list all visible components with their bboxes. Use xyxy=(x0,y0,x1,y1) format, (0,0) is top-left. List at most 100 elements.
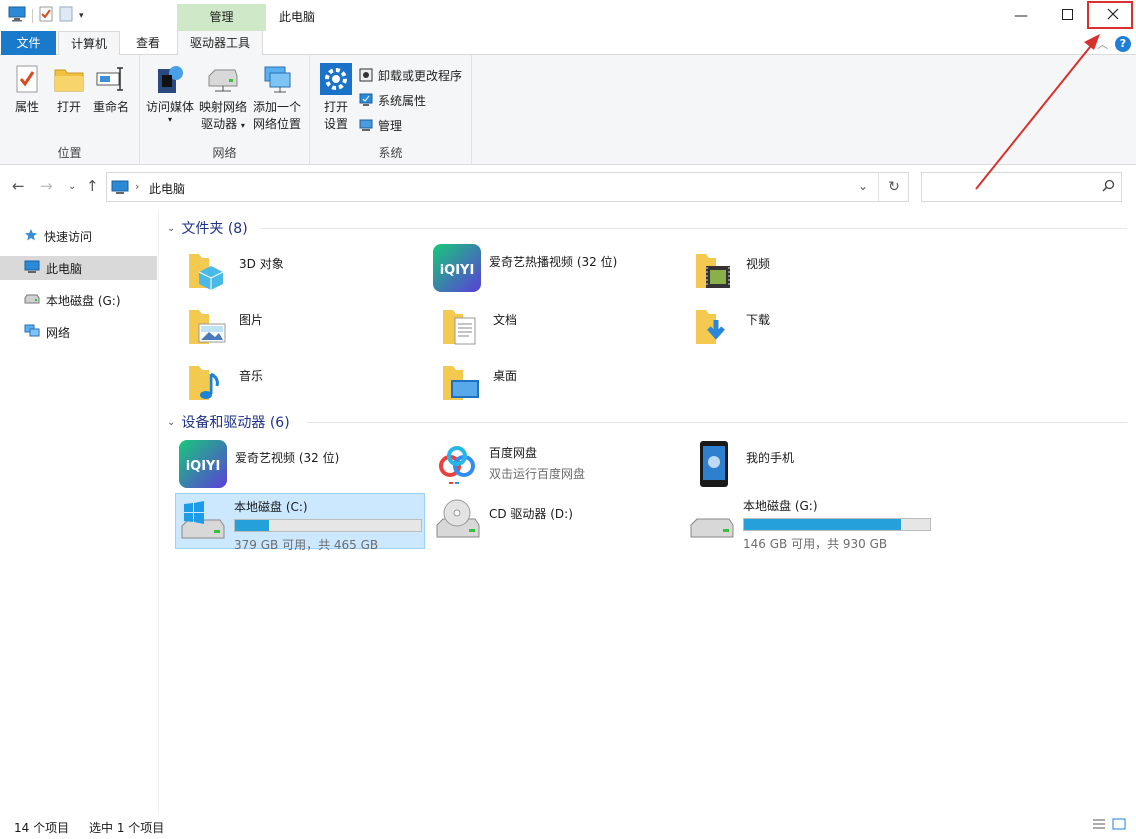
maximize-icon xyxy=(1061,8,1073,24)
item-name: 3D 对象 xyxy=(239,257,284,271)
device-baidu-netdisk[interactable]: 百度网盘 双击运行百度网盘 xyxy=(433,440,585,492)
network-icon xyxy=(24,324,40,341)
details-view-icon[interactable] xyxy=(1092,818,1106,833)
status-item-count: 14 个项目 xyxy=(14,821,70,835)
tab-view[interactable]: 查看 xyxy=(124,31,172,55)
collapse-ribbon-icon[interactable]: ︿ xyxy=(1097,36,1108,52)
downloads-folder-icon xyxy=(690,302,738,350)
rename-button[interactable]: 重命名 xyxy=(87,63,135,116)
large-icons-view-icon[interactable] xyxy=(1112,818,1126,833)
section-folders[interactable]: ⌄ 文件夹 (8) xyxy=(167,218,1127,238)
refresh-button[interactable]: ↻ xyxy=(878,173,909,201)
breadcrumb-this-pc[interactable]: 此电脑 xyxy=(149,180,185,197)
ribbon: 属性 打开 重命名 位置 访问媒体 ▾ 映射网络 驱动器 ▾ 添加一个 网络位置… xyxy=(0,55,1136,165)
manage-button[interactable]: 管理 xyxy=(358,115,402,135)
drive-usage-fill xyxy=(744,519,901,530)
manage-label: 管理 xyxy=(378,118,403,133)
drive-free-space: 146 GB 可用，共 930 GB xyxy=(743,537,888,551)
nav-item-label: 此电脑 xyxy=(46,261,83,276)
folder-downloads[interactable]: 下载 xyxy=(690,302,770,354)
help-icon[interactable]: ? xyxy=(1115,36,1131,52)
folder-music[interactable]: 音乐 xyxy=(183,358,263,410)
drive-cd-d[interactable]: CD 驱动器 (D:) xyxy=(433,493,673,549)
uninstall-icon xyxy=(358,67,374,83)
search-input[interactable] xyxy=(926,177,1096,197)
system-properties-label: 系统属性 xyxy=(378,93,427,108)
maximize-button[interactable] xyxy=(1044,0,1090,31)
open-settings-button[interactable]: 打开 设置 xyxy=(312,63,360,133)
item-name: 百度网盘 xyxy=(489,446,538,460)
nav-item-quick-access[interactable]: 快速访问 xyxy=(0,224,157,248)
back-arrow-icon[interactable]: ← xyxy=(12,177,25,195)
drive-icon xyxy=(24,293,40,308)
section-divider xyxy=(261,228,1127,229)
open-button[interactable]: 打开 xyxy=(45,63,93,116)
drive-icon xyxy=(687,497,735,545)
search-icon[interactable] xyxy=(1102,179,1115,195)
tab-computer[interactable]: 计算机 xyxy=(58,31,121,56)
desktop-folder-icon xyxy=(437,358,485,406)
up-arrow-icon[interactable]: ↑ xyxy=(86,177,99,195)
qat-dropdown-icon[interactable]: ▾ xyxy=(79,11,84,21)
access-media-label: 访问媒体 xyxy=(145,100,194,114)
section-devices[interactable]: ⌄ 设备和驱动器 (6) xyxy=(167,412,1127,432)
breadcrumb-chevron-icon[interactable]: › xyxy=(135,180,139,193)
search-box[interactable] xyxy=(921,172,1122,202)
tab-drive-tools[interactable]: 驱动器工具 xyxy=(177,31,264,55)
recent-locations-icon[interactable]: ⌄ xyxy=(68,181,76,192)
folder-pictures[interactable]: 图片 xyxy=(183,302,263,354)
add-location-label-2: 网络位置 xyxy=(252,117,301,131)
nav-item-local-disk-g[interactable]: 本地磁盘 (G:) xyxy=(0,288,157,312)
section-folders-title: 文件夹 (8) xyxy=(181,221,248,237)
drive-name: CD 驱动器 (D:) xyxy=(489,507,573,521)
iqiyi-icon: iQIYI xyxy=(433,244,481,292)
system-properties-button[interactable]: 系统属性 xyxy=(358,90,426,110)
device-my-phone[interactable]: 我的手机 xyxy=(690,440,794,492)
group-location: 属性 打开 重命名 位置 xyxy=(0,55,140,165)
item-name: 我的手机 xyxy=(746,451,795,465)
chevron-down-icon: ▾ xyxy=(167,115,172,124)
computer-icon xyxy=(24,260,40,277)
group-network: 访问媒体 ▾ 映射网络 驱动器 ▾ 添加一个 网络位置 网络 xyxy=(140,55,310,165)
status-bar: 14 个项目 选中 1 个项目 xyxy=(0,814,1136,839)
drive-g[interactable]: 本地磁盘 (G:) 146 GB 可用，共 930 GB xyxy=(687,493,937,551)
minimize-button[interactable]: — xyxy=(998,0,1044,31)
tab-file[interactable]: 文件 xyxy=(1,31,56,55)
svg-text:iQIYI: iQIYI xyxy=(440,263,475,278)
minimize-icon: — xyxy=(1014,7,1028,24)
access-media-button[interactable]: 访问媒体 ▾ xyxy=(145,63,195,124)
address-bar[interactable]: › 此电脑 ⌄ ↻ xyxy=(106,172,909,202)
section-divider xyxy=(307,422,1127,423)
drive-free-space: 379 GB 可用，共 465 GB xyxy=(234,538,379,552)
baidu-netdisk-icon xyxy=(433,440,481,488)
properties-button[interactable]: 属性 xyxy=(3,63,51,116)
properties-label: 属性 xyxy=(14,100,39,114)
nav-item-network[interactable]: 网络 xyxy=(0,320,157,344)
network-drive-icon xyxy=(207,63,239,95)
drive-usage-bar xyxy=(743,518,931,531)
chevron-down-icon: ⌄ xyxy=(167,222,176,234)
folder-videos[interactable]: 视频 xyxy=(690,246,770,298)
uninstall-programs-button[interactable]: 卸载或更改程序 xyxy=(358,65,462,85)
folder-desktop[interactable]: 桌面 xyxy=(437,358,517,410)
folder-3d-objects[interactable]: 3D 对象 xyxy=(183,246,284,298)
folder-documents[interactable]: 文档 xyxy=(437,302,517,354)
nav-item-this-pc[interactable]: 此电脑 xyxy=(0,256,157,280)
settings-gear-icon xyxy=(320,63,352,95)
map-network-drive-button[interactable]: 映射网络 驱动器 ▾ xyxy=(197,63,249,134)
manage-icon xyxy=(358,117,374,133)
properties-check-icon[interactable] xyxy=(39,6,53,25)
device-iqiyi[interactable]: iQIYI 爱奇艺视频 (32 位) xyxy=(179,440,339,492)
new-folder-icon[interactable] xyxy=(59,6,73,25)
folder-iqiyi-hot[interactable]: iQIYI 爱奇艺热播视频 (32 位) xyxy=(433,244,617,296)
chevron-down-icon: ⌄ xyxy=(167,416,176,428)
item-name: 文档 xyxy=(493,313,518,327)
close-button-highlight xyxy=(1087,1,1133,29)
add-network-location-icon xyxy=(261,63,293,95)
drive-c[interactable]: 本地磁盘 (C:) 379 GB 可用，共 465 GB xyxy=(175,493,425,552)
separator xyxy=(32,8,33,23)
add-network-location-button[interactable]: 添加一个 网络位置 xyxy=(250,63,304,133)
forward-arrow-icon[interactable]: → xyxy=(40,177,53,195)
svg-text:iQIYI: iQIYI xyxy=(186,459,221,474)
address-dropdown-icon[interactable]: ⌄ xyxy=(858,179,868,193)
